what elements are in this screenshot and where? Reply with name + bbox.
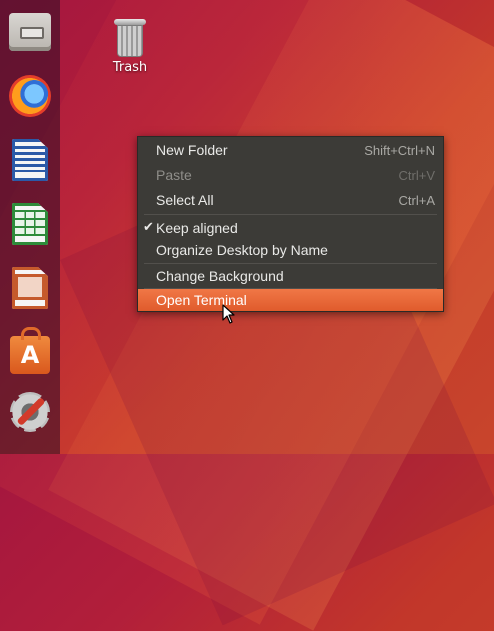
menu-item-label: Select All bbox=[156, 192, 214, 208]
menu-item-label: Open Terminal bbox=[156, 292, 247, 308]
firefox-icon bbox=[9, 75, 51, 117]
files-icon bbox=[9, 13, 51, 51]
menu-item-shortcut: Ctrl+V bbox=[398, 167, 435, 183]
trash-label: Trash bbox=[112, 60, 148, 75]
dock-item-files[interactable] bbox=[6, 8, 54, 56]
dock-item-writer[interactable] bbox=[6, 136, 54, 184]
libreoffice-impress-icon bbox=[12, 267, 48, 309]
menu-item-keep-aligned[interactable]: ✔ Keep aligned bbox=[138, 216, 443, 240]
menu-item-new-folder[interactable]: New Folder Shift+Ctrl+N bbox=[138, 138, 443, 162]
menu-item-shortcut: Shift+Ctrl+N bbox=[364, 142, 435, 158]
wallpaper-stripe bbox=[0, 0, 494, 625]
dock-item-firefox[interactable] bbox=[6, 72, 54, 120]
dock-item-software[interactable]: A bbox=[6, 327, 54, 376]
dock-item-calc[interactable] bbox=[6, 200, 54, 248]
menu-item-label: New Folder bbox=[156, 142, 228, 158]
dock: A bbox=[0, 0, 60, 454]
settings-icon bbox=[10, 392, 50, 432]
menu-item-paste: Paste Ctrl+V bbox=[138, 163, 443, 187]
menu-item-open-terminal[interactable]: Open Terminal bbox=[138, 289, 443, 311]
dock-item-settings[interactable] bbox=[6, 388, 54, 436]
menu-separator bbox=[144, 214, 437, 215]
menu-item-shortcut: Ctrl+A bbox=[398, 192, 435, 208]
libreoffice-writer-icon bbox=[12, 139, 48, 181]
desktop-context-menu: New Folder Shift+Ctrl+N Paste Ctrl+V Sel… bbox=[137, 136, 444, 312]
mouse-pointer-icon bbox=[222, 304, 235, 324]
trash-icon bbox=[113, 18, 147, 58]
menu-item-label: Paste bbox=[156, 167, 192, 183]
menu-item-select-all[interactable]: Select All Ctrl+A bbox=[138, 188, 443, 212]
wallpaper-stripe bbox=[48, 0, 494, 631]
menu-item-label: Change Background bbox=[156, 268, 284, 284]
dock-item-impress[interactable] bbox=[6, 264, 54, 312]
ubuntu-software-icon: A bbox=[10, 327, 50, 374]
desktop-trash[interactable]: Trash bbox=[104, 18, 156, 75]
menu-item-organize-desktop[interactable]: Organize Desktop by Name bbox=[138, 238, 443, 262]
menu-item-change-background[interactable]: Change Background bbox=[138, 264, 443, 288]
menu-item-label: Keep aligned bbox=[156, 220, 238, 236]
check-icon: ✔ bbox=[143, 219, 154, 234]
menu-item-label: Organize Desktop by Name bbox=[156, 242, 328, 258]
libreoffice-calc-icon bbox=[12, 203, 48, 245]
